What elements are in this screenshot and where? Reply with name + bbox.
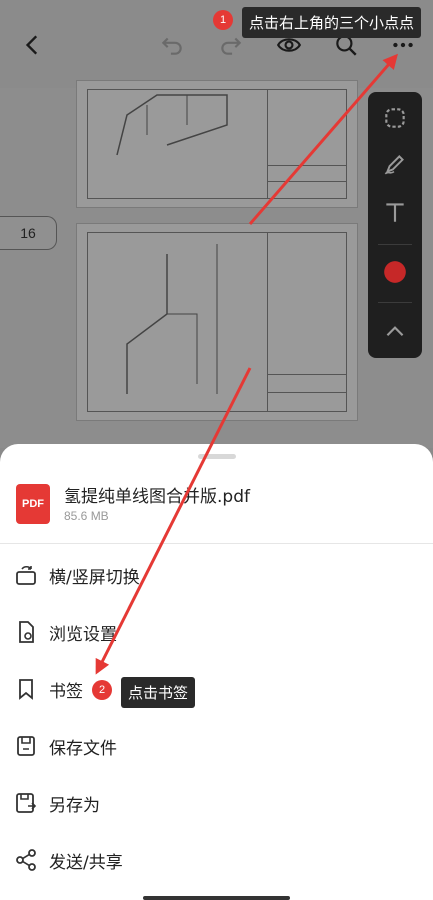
menu-item-label: 书签	[49, 682, 83, 702]
file-size: 85.6 MB	[64, 509, 109, 523]
pdf-file-icon: PDF	[16, 484, 50, 524]
menu-item-save[interactable]: 保存文件	[0, 721, 433, 771]
step-2-tooltip: 点击书签	[121, 677, 196, 708]
annotation-palette	[368, 92, 422, 358]
menu-item-label: 发送/共享	[49, 853, 123, 873]
home-indicator[interactable]	[143, 896, 290, 900]
menu-item-label: 保存文件	[49, 739, 117, 759]
drag-handle[interactable]	[198, 454, 236, 459]
drawing-page	[76, 80, 358, 208]
divider	[0, 543, 433, 544]
save-icon	[17, 736, 35, 756]
bookmark-icon	[19, 679, 33, 700]
browse-settings-icon	[19, 621, 34, 643]
step-1-badge: 1	[213, 10, 233, 30]
menu-item-browse-settings[interactable]: 浏览设置	[0, 607, 433, 657]
menu-item-label: 另存为	[49, 796, 100, 816]
undo-icon[interactable]	[155, 28, 189, 62]
shape-icon[interactable]	[368, 92, 422, 144]
file-name: 氢提纯单线图合并版.pdf	[64, 487, 250, 507]
menu-item-label: 浏览设置	[49, 625, 117, 645]
share-icon	[16, 849, 36, 871]
drawing-page	[76, 223, 358, 421]
menu-item-save-as[interactable]: 另存为	[0, 778, 433, 828]
text-icon[interactable]	[368, 186, 422, 238]
page-number-badge[interactable]: 16	[0, 216, 57, 250]
step-2-badge: 2	[92, 680, 112, 700]
back-icon[interactable]	[16, 28, 50, 62]
menu-item-label: 横/竖屏切换	[49, 568, 140, 588]
collapse-icon[interactable]	[368, 306, 422, 358]
menu-item-bookmark[interactable]: 书签	[0, 664, 433, 714]
menu-item-rotate-screen[interactable]: 横/竖屏切换	[0, 550, 433, 600]
save-as-icon	[16, 793, 37, 813]
rotate-screen-icon	[16, 565, 36, 585]
pen-icon[interactable]	[368, 138, 422, 190]
menu-item-share[interactable]: 发送/共享	[0, 835, 433, 885]
step-1-tooltip: 点击右上角的三个小点点	[242, 7, 422, 38]
file-options-sheet: PDF 氢提纯单线图合并版.pdf 85.6 MB 横/竖屏切换 浏览设置 书签…	[0, 444, 433, 900]
color-dot-icon[interactable]	[368, 246, 422, 298]
